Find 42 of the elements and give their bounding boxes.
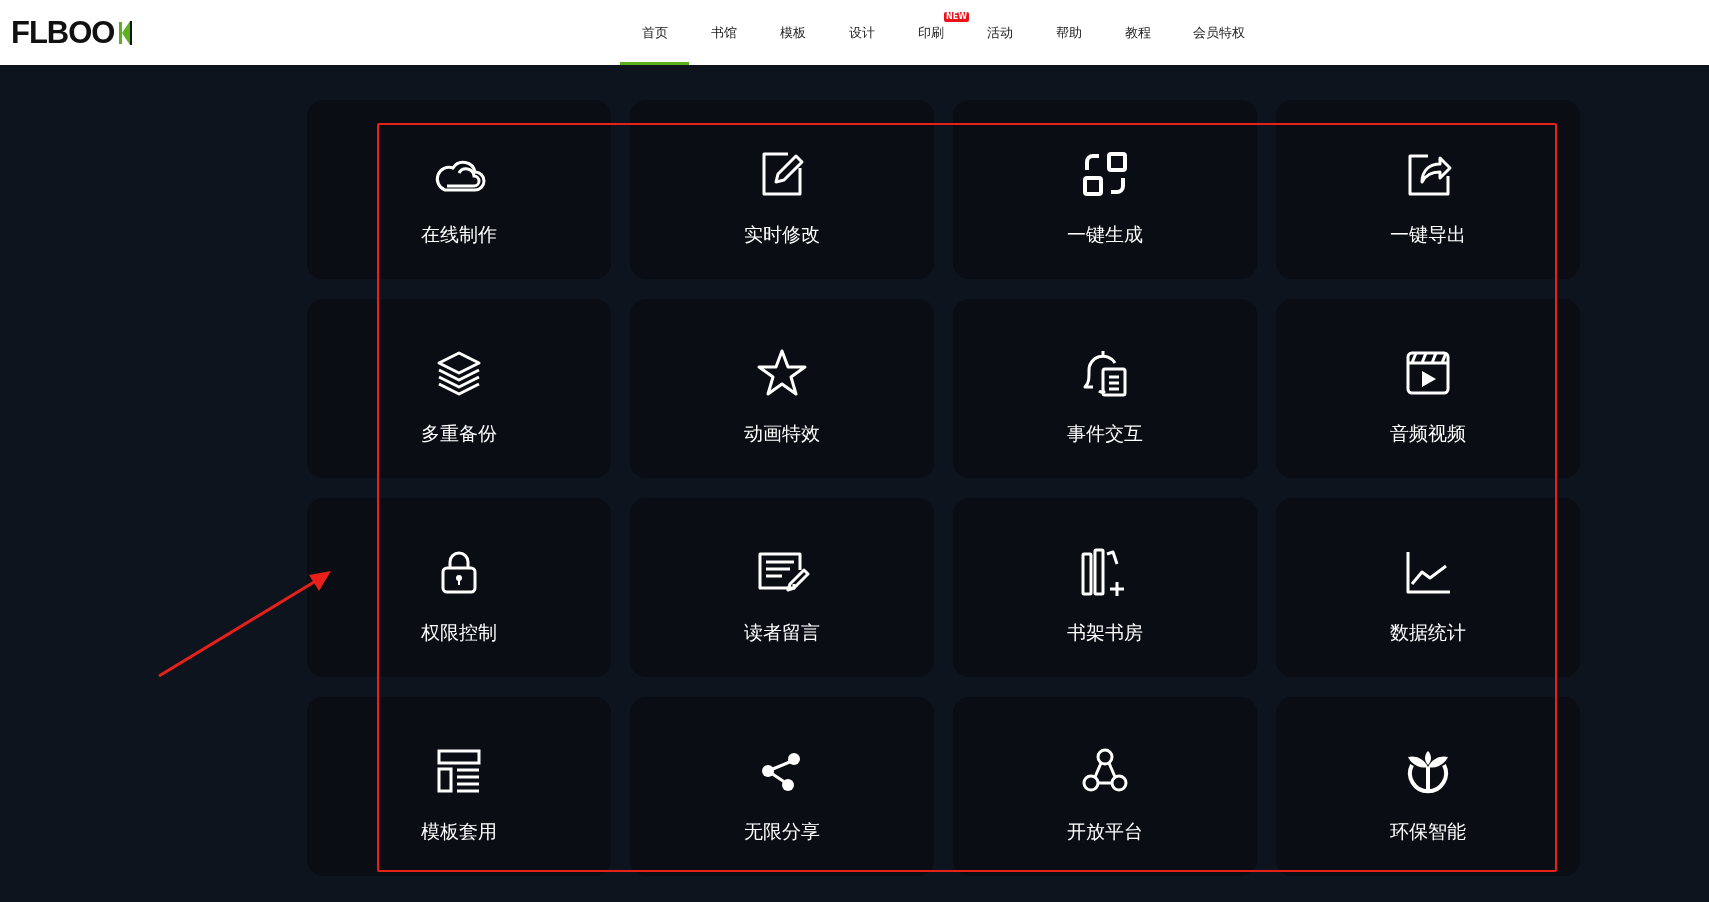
feature-card[interactable]: 音频视频 <box>1276 299 1580 478</box>
nav-tab[interactable]: 模板 <box>758 0 827 65</box>
feature-label: 模板套用 <box>421 819 497 844</box>
feature-label: 一键导出 <box>1390 222 1466 247</box>
nav-tab[interactable]: 教程 <box>1103 0 1172 65</box>
feature-label: 多重备份 <box>421 421 497 446</box>
logo-text[interactable]: FLBOO <box>11 14 115 51</box>
feature-label: 实时修改 <box>744 222 820 247</box>
feature-card[interactable]: 事件交互 <box>953 299 1257 478</box>
feature-card[interactable]: 开放平台 <box>953 697 1257 876</box>
feature-label: 读者留言 <box>744 620 820 645</box>
feature-label: 事件交互 <box>1067 421 1143 446</box>
feature-label: 音频视频 <box>1390 421 1466 446</box>
feature-card[interactable]: 动画特效 <box>630 299 934 478</box>
feature-card[interactable]: 多重备份 <box>307 299 611 478</box>
nav-tab[interactable]: 帮助 <box>1034 0 1103 65</box>
feature-card[interactable]: 在线制作 <box>307 100 611 279</box>
feature-card[interactable]: 模板套用 <box>307 697 611 876</box>
feature-label: 一键生成 <box>1067 222 1143 247</box>
nav-tab[interactable]: 会员特权 <box>1172 0 1266 65</box>
feature-label: 权限控制 <box>421 620 497 645</box>
feature-card[interactable]: 读者留言 <box>630 498 934 677</box>
feature-label: 在线制作 <box>421 222 497 247</box>
feature-card[interactable]: 一键导出 <box>1276 100 1580 279</box>
feature-label: 动画特效 <box>744 421 820 446</box>
nav-tab[interactable]: 设计 <box>827 0 896 65</box>
feature-card[interactable]: 数据统计 <box>1276 498 1580 677</box>
feature-card[interactable]: 无限分享 <box>630 697 934 876</box>
feature-label: 无限分享 <box>744 819 820 844</box>
feature-card[interactable]: 书架书房 <box>953 498 1257 677</box>
feature-label: 环保智能 <box>1390 819 1466 844</box>
feature-card[interactable]: 实时修改 <box>630 100 934 279</box>
feature-label: 书架书房 <box>1067 620 1143 645</box>
feature-card[interactable]: 环保智能 <box>1276 697 1580 876</box>
new-badge: NEW <box>944 12 969 22</box>
feature-label: 数据统计 <box>1390 620 1466 645</box>
feature-card[interactable]: 权限控制 <box>307 498 611 677</box>
feature-label: 开放平台 <box>1067 819 1143 844</box>
nav-tab[interactable]: 书馆 <box>689 0 758 65</box>
nav-tab[interactable]: 印刷 <box>896 0 946 65</box>
nav-tab[interactable]: 首页 <box>620 0 689 65</box>
feature-card[interactable]: 一键生成 <box>953 100 1257 279</box>
